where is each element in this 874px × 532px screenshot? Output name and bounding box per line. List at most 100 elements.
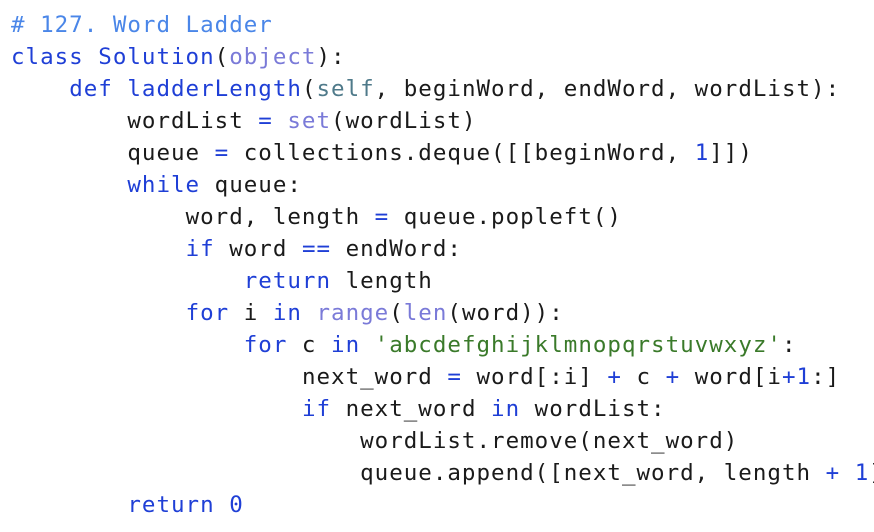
code-line: # 127. Word Ladder: [11, 9, 874, 41]
code-token-op: +: [665, 364, 681, 390]
code-line: wordList = set(wordList): [11, 105, 874, 137]
code-token-op: ==: [301, 236, 332, 262]
code-token-plain: c: [621, 364, 666, 390]
code-token-keyword: for: [185, 300, 230, 326]
code-token-builtin: object: [229, 44, 317, 70]
code-line: if word == endWord:: [11, 233, 874, 265]
code-token-plain: ):: [316, 44, 346, 70]
code-line: wordList.remove(next_word): [11, 425, 874, 457]
code-token-plain: (: [301, 76, 317, 102]
code-token-op: =: [374, 204, 390, 230]
code-line: class Solution(object):: [11, 41, 874, 73]
code-token-builtin: set: [287, 108, 332, 134]
code-token-op: =: [447, 364, 462, 390]
code-token-op: +: [825, 460, 841, 486]
code-token-number: 1: [694, 140, 710, 166]
code-editor: # 127. Word Ladder class Solution(object)…: [0, 0, 874, 521]
code-token-plain: ]): [869, 460, 874, 486]
code-token-plain: wordList:: [520, 396, 666, 422]
code-token-plain: i: [229, 300, 273, 326]
code-token-keyword: if: [301, 396, 332, 422]
code-token-plain: :]: [811, 364, 841, 390]
code-token-keyword: in: [491, 396, 521, 422]
code-token-plain: , beginWord, endWord, wordList):: [374, 76, 841, 102]
code-token-keyword: for: [243, 332, 288, 358]
code-token-plain: endWord:: [331, 236, 462, 262]
code-token-self: self: [316, 76, 375, 102]
code-token-string: 'abcdefghijklmnopqrstuvwxyz': [374, 332, 782, 358]
code-token-plain: collections.deque([[beginWord,: [229, 140, 695, 166]
code-token-keyword: in: [272, 300, 302, 326]
code-token-class: Solution: [98, 44, 215, 70]
code-token-plain: queue: [127, 140, 215, 166]
code-token-plain: (wordList): [331, 108, 477, 134]
code-token-keyword: return: [127, 492, 215, 518]
code-token-number: 0: [229, 492, 244, 518]
code-line: return 0: [11, 489, 874, 521]
code-line: return length: [11, 265, 874, 297]
code-line: if next_word in wordList:: [11, 393, 874, 425]
code-token-number: 1: [854, 460, 870, 486]
code-token-plain: queue.popleft(): [389, 204, 622, 230]
code-token-keyword: in: [331, 332, 361, 358]
code-token-plain: ]]): [709, 140, 753, 166]
code-token-plain: next_word: [331, 396, 492, 422]
code-line: while queue:: [11, 169, 874, 201]
code-token-plain: :: [781, 332, 797, 358]
code-token-op: =: [258, 108, 273, 134]
code-line: queue.append([next_word, length + 1]): [11, 457, 874, 489]
code-token-plain: wordList.remove(next_word): [360, 428, 739, 454]
code-token-comment: # 127. Word Ladder: [11, 12, 273, 38]
code-token-plain: word[i: [680, 364, 782, 390]
code-token-plain: (: [389, 300, 404, 326]
code-token-op: +: [781, 364, 797, 390]
code-token-plain: queue:: [200, 172, 302, 198]
code-token-plain: word[:i]: [461, 364, 608, 390]
code-token-keyword: while: [127, 172, 201, 198]
code-token-plain: word: [214, 236, 302, 262]
code-token-plain: queue.append([next_word, length: [360, 460, 826, 486]
code-line: word, length = queue.popleft(): [11, 201, 874, 233]
code-token-number: 1: [796, 364, 812, 390]
code-line: next_word = word[:i] + c + word[i+1:]: [11, 361, 874, 393]
code-token-plain: c: [287, 332, 332, 358]
code-token-plain: (: [214, 44, 230, 70]
code-token-plain: wordList: [127, 108, 259, 134]
code-line: for i in range(len(word)):: [11, 297, 874, 329]
code-token-plain: next_word: [301, 364, 448, 390]
code-token-plain: word, length: [185, 204, 375, 230]
code-token-op: =: [214, 140, 230, 166]
code-token-keyword: def: [69, 76, 113, 102]
code-token-def: ladderLength: [127, 76, 302, 102]
code-token-plain: (word)):: [447, 300, 564, 326]
code-line: for c in 'abcdefghijklmnopqrstuvwxyz':: [11, 329, 874, 361]
code-token-plain: length: [331, 268, 433, 294]
code-token-op: +: [607, 364, 622, 390]
code-token-keyword: class: [11, 44, 84, 70]
code-line: queue = collections.deque([[beginWord, 1…: [11, 137, 874, 169]
code-token-keyword: if: [185, 236, 215, 262]
code-line: def ladderLength(self, beginWord, endWor…: [11, 73, 874, 105]
code-token-builtin: range: [316, 300, 390, 326]
